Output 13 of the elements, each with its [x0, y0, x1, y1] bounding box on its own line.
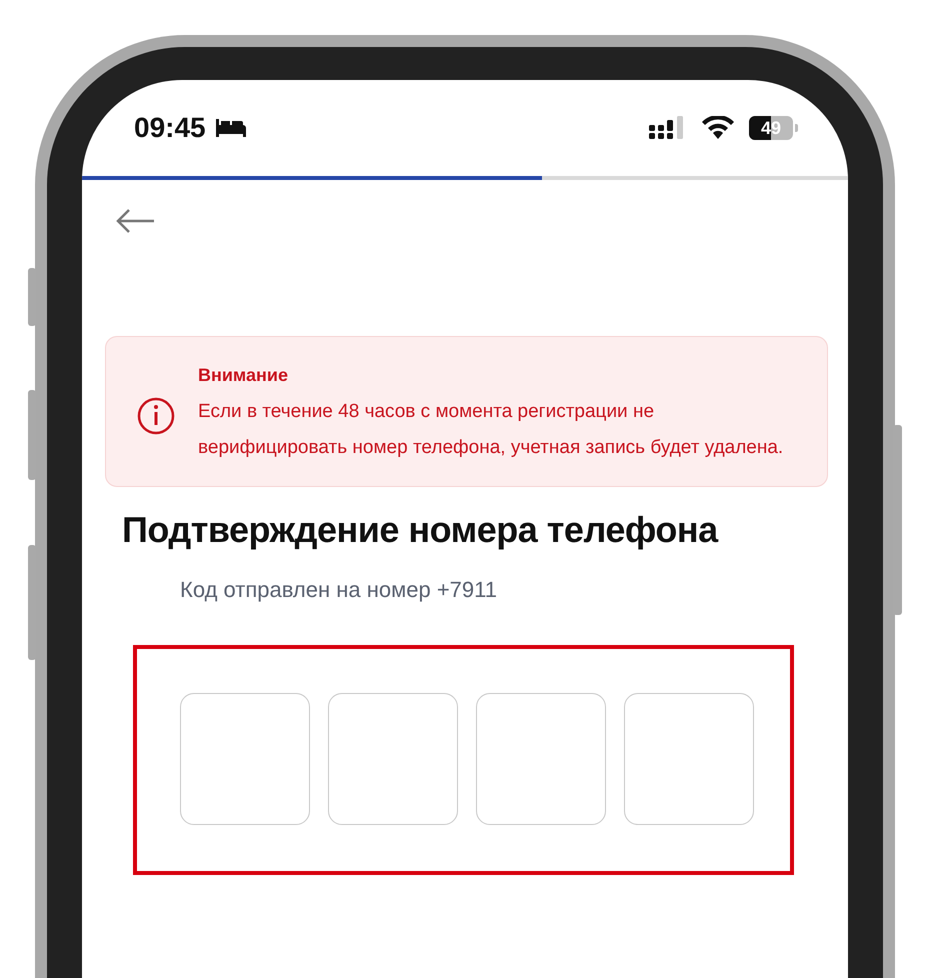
bed-icon: [214, 117, 248, 139]
back-arrow-icon[interactable]: [115, 208, 155, 234]
status-time: 09:45: [134, 112, 206, 144]
code-input-field[interactable]: [476, 693, 606, 825]
wifi-icon: [701, 116, 735, 140]
warning-text: Если в течение 48 часов с момента регистрации не верифицировать номер телефона, учетная запись будет удалена.: [198, 400, 784, 460]
code-input-field[interactable]: [328, 693, 458, 825]
info-icon: [136, 396, 176, 436]
code-sent-text: Код отправлен на номер +7911: [180, 577, 498, 603]
warning-title: Внимание: [198, 365, 289, 386]
page-heading: Подтверждение номера телефона: [122, 509, 720, 551]
code-input-field[interactable]: [180, 693, 310, 825]
code-input-field[interactable]: [624, 693, 754, 825]
